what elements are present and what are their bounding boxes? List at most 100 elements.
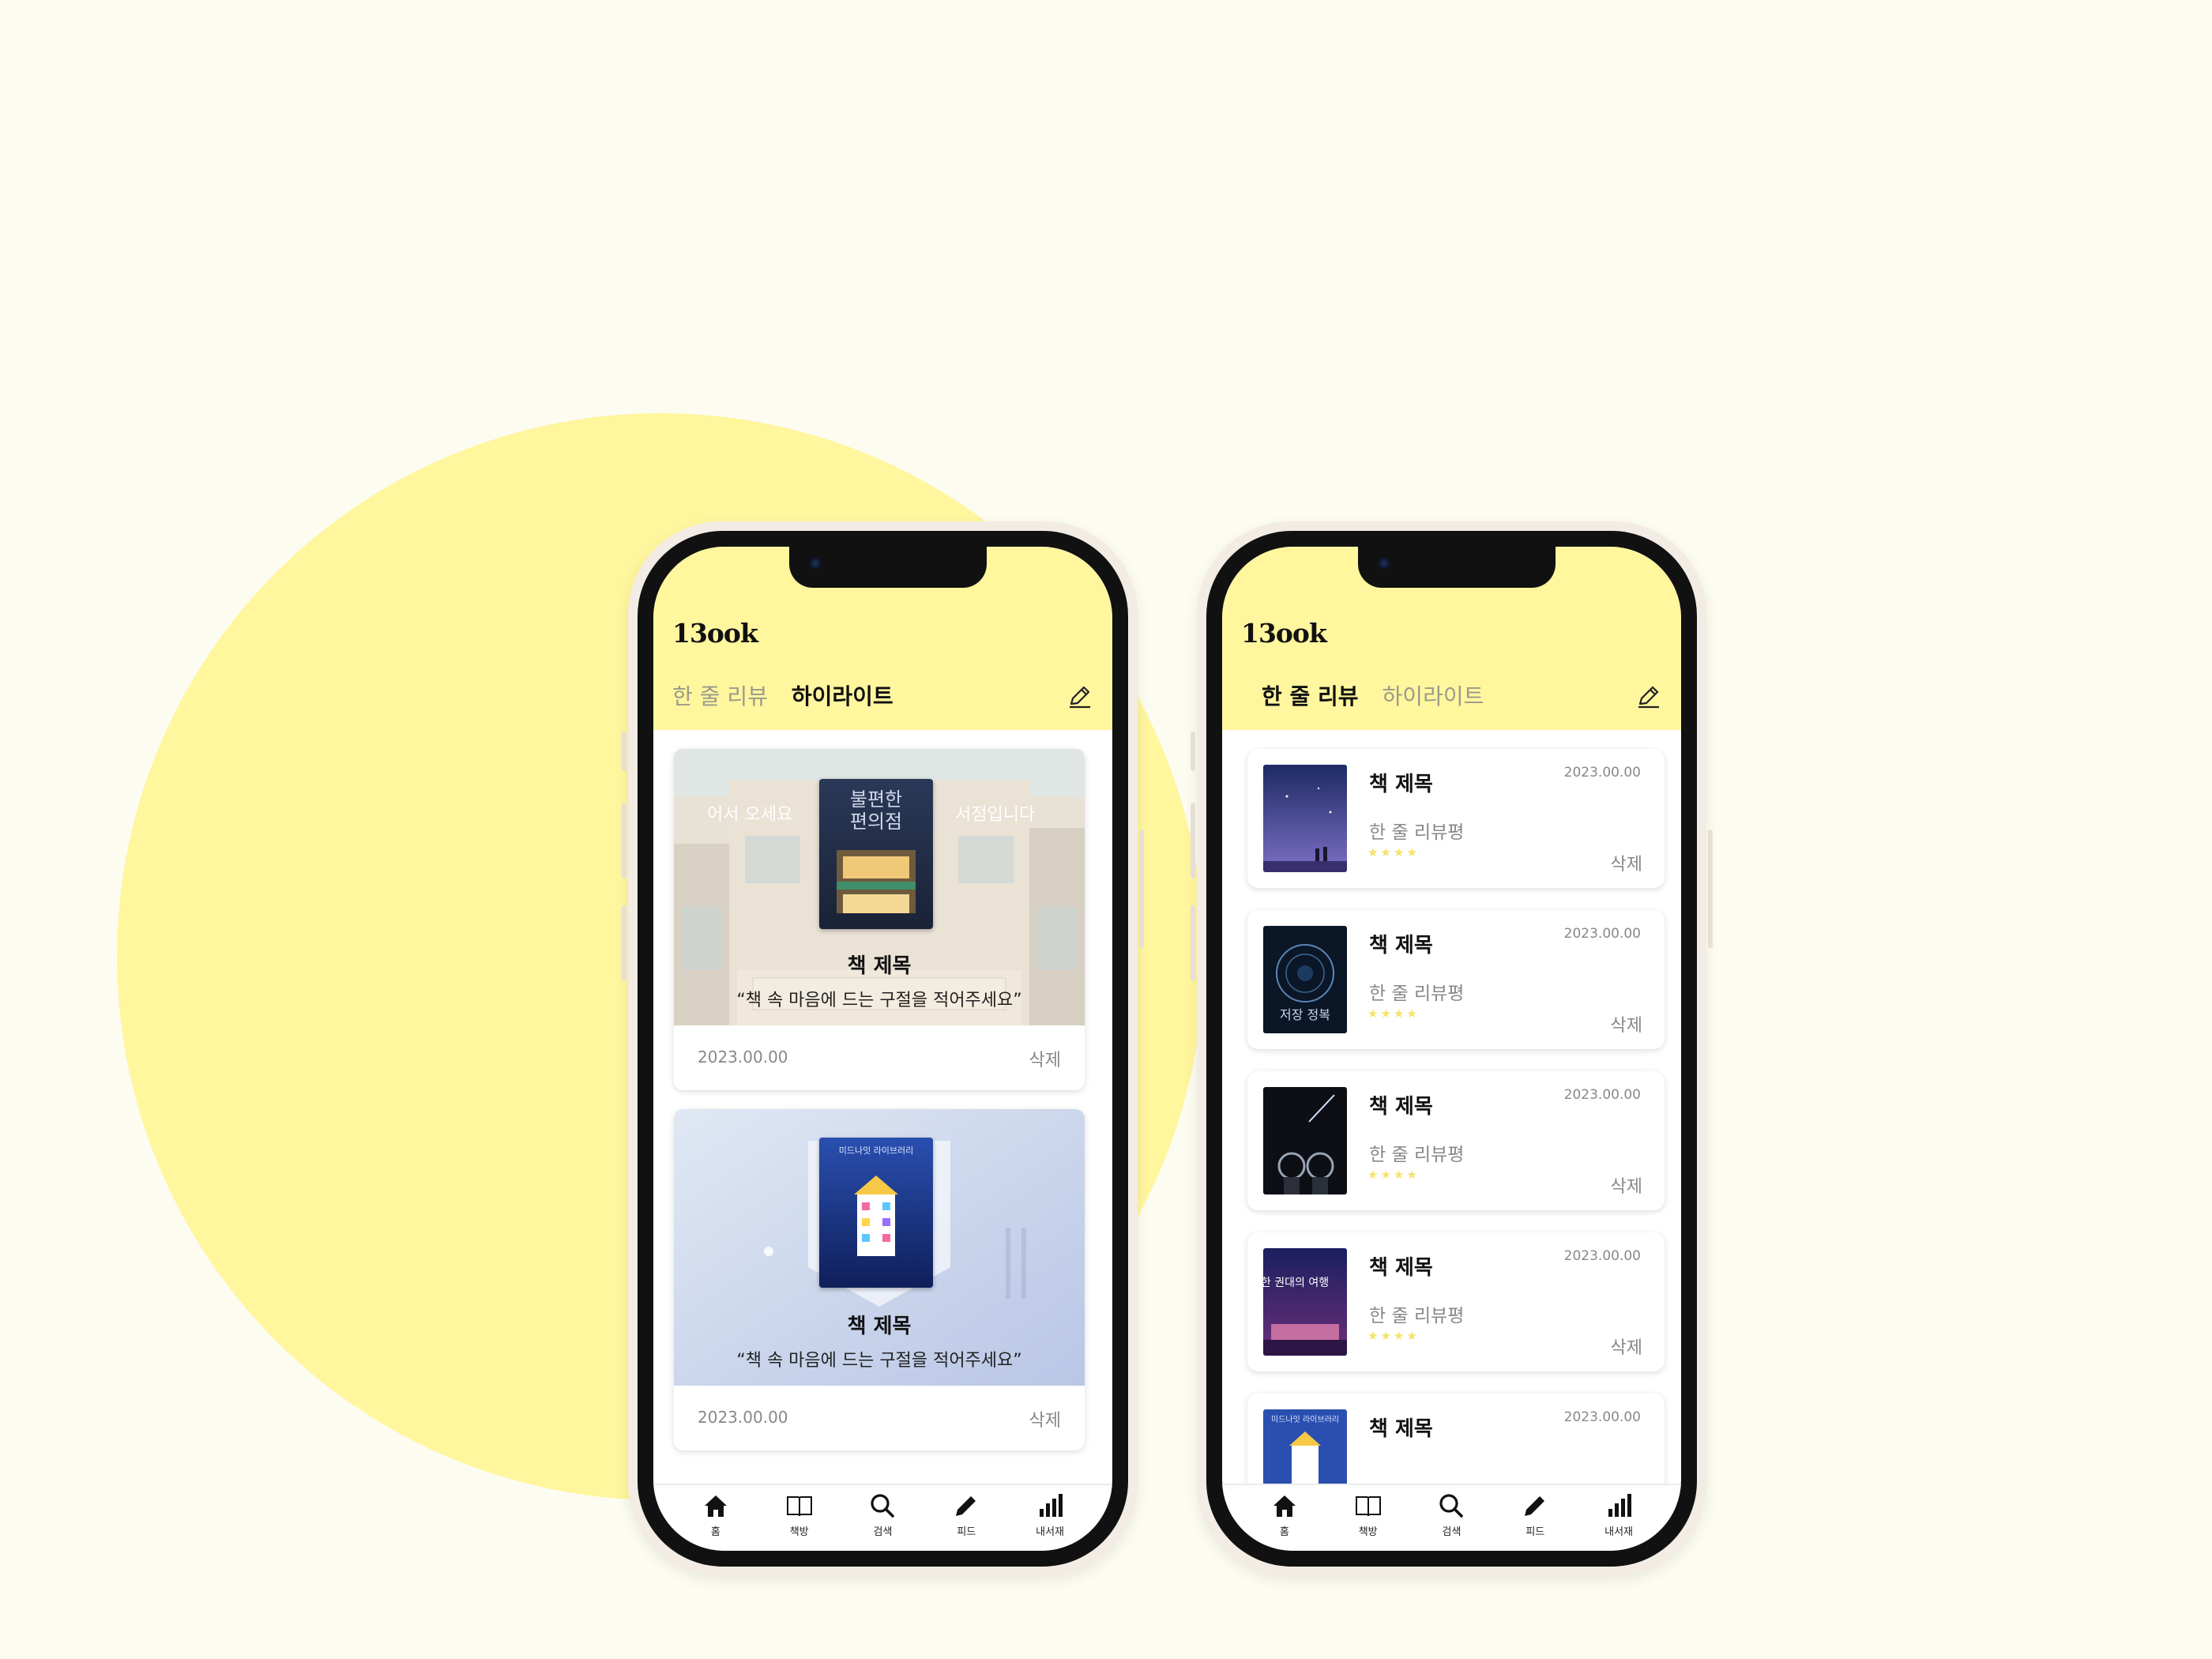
book-cover-image: 미드나잇 라이브러리 (819, 1138, 933, 1288)
silent-switch (1191, 732, 1195, 771)
review-list: 책 제목 2023.00.00 한 줄 리뷰평 ★★★★ 삭제 저장 정복 책 … (1222, 730, 1681, 1484)
svg-text:편의점: 편의점 (850, 811, 902, 833)
nav-library[interactable]: 내서재 (1018, 1492, 1082, 1551)
star-rating: ★★★★ (1367, 1329, 1420, 1343)
phone-reviews: 13ook 한 줄 리뷰 하이라이트 책 제목 2023.00.00 한 줄 리… (1191, 521, 1713, 1576)
star-rating: ★★★★ (1367, 1006, 1420, 1021)
phone-highlights: 13ook 한 줄 리뷰 하이라이트 어서 오세요 서점입니다 불편한 편의점 … (622, 521, 1144, 1576)
review-date: 2023.00.00 (1563, 926, 1641, 942)
review-card[interactable]: 한 권대의 여행 책 제목 2023.00.00 한 줄 리뷰평 ★★★★ 삭제 (1247, 1232, 1665, 1371)
nav-feed[interactable]: 피드 (935, 1492, 998, 1551)
highlight-quote: “책 속 마음에 드는 구절을 적어주세요” (736, 991, 1022, 1010)
volume-up-button (622, 803, 626, 878)
nav-label: 피드 (957, 1526, 976, 1538)
bottom-navigation: 홈 책방 검색 피드 내서재 (653, 1484, 1112, 1551)
nav-bookstore[interactable]: 책방 (1337, 1492, 1400, 1551)
silent-switch (622, 732, 626, 771)
bar-chart-icon (1608, 1494, 1632, 1517)
book-title: 책 제목 (847, 954, 912, 978)
nav-label: 내서재 (1604, 1526, 1634, 1538)
nav-search[interactable]: 검색 (851, 1492, 914, 1551)
highlight-quote: “책 속 마음에 드는 구절을 적어주세요” (736, 1351, 1022, 1371)
nav-library[interactable]: 내서재 (1587, 1492, 1650, 1551)
nav-feed[interactable]: 피드 (1503, 1492, 1567, 1551)
book-cover-image (1263, 765, 1347, 872)
svg-text:서점입니다: 서점입니다 (955, 805, 1035, 825)
book-title: 책 제목 (847, 1315, 912, 1338)
tab-one-line-review[interactable]: 한 줄 리뷰 (672, 679, 768, 711)
search-icon (871, 1494, 895, 1518)
review-date: 2023.00.00 (1563, 1248, 1641, 1264)
power-button (1139, 830, 1144, 948)
highlight-list: 어서 오세요 서점입니다 불편한 편의점 책 제목 “책 속 마음에 드는 구절… (653, 730, 1112, 1484)
delete-button[interactable]: 삭제 (1029, 1046, 1061, 1071)
review-card[interactable]: 책 제목 2023.00.00 한 줄 리뷰평 ★★★★ 삭제 (1247, 1071, 1665, 1210)
review-text: 한 줄 리뷰평 (1369, 1145, 1465, 1165)
pencil-icon (1525, 1496, 1545, 1516)
star-rating: ★★★★ (1367, 845, 1420, 860)
tab-bar: 한 줄 리뷰 하이라이트 (1262, 679, 1484, 711)
delete-button[interactable]: 삭제 (1611, 1172, 1642, 1198)
delete-button[interactable]: 삭제 (1611, 1334, 1642, 1359)
nav-home[interactable]: 홈 (1253, 1492, 1316, 1551)
pencil-icon[interactable] (1066, 683, 1093, 709)
pencil-icon (956, 1496, 976, 1516)
svg-text:어서 오세요: 어서 오세요 (707, 805, 792, 825)
home-icon (704, 1495, 727, 1517)
nav-label: 내서재 (1036, 1526, 1065, 1538)
search-icon (1439, 1494, 1464, 1518)
highlight-card[interactable]: 어서 오세요 서점입니다 불편한 편의점 책 제목 “책 속 마음에 드는 구절… (674, 749, 1085, 1090)
review-date: 2023.00.00 (1563, 765, 1641, 781)
highlight-background-image: 미드나잇 라이브러리 책 제목 “책 속 마음에 드는 구절을 적어주세요” (674, 1109, 1085, 1386)
review-text: 한 줄 리뷰평 (1369, 1306, 1465, 1326)
delete-button[interactable]: 삭제 (1611, 1011, 1642, 1036)
nav-bookstore[interactable]: 책방 (768, 1492, 831, 1551)
book-cover-image: 미드나잇 라이브러리 (1263, 1409, 1347, 1484)
volume-up-button (1191, 803, 1195, 878)
screen: 13ook 한 줄 리뷰 하이라이트 책 제목 2023.00.00 한 줄 리… (1222, 547, 1681, 1551)
review-card[interactable]: 책 제목 2023.00.00 한 줄 리뷰평 ★★★★ 삭제 (1247, 749, 1665, 888)
delete-button[interactable]: 삭제 (1029, 1406, 1061, 1431)
highlight-background-image: 어서 오세요 서점입니다 불편한 편의점 책 제목 “책 속 마음에 드는 구절… (674, 749, 1085, 1025)
volume-down-button (622, 905, 626, 981)
bar-chart-icon (1040, 1494, 1063, 1517)
app-logo: 13ook (672, 618, 758, 649)
book-title: 책 제목 (1369, 773, 1433, 796)
book-title: 책 제목 (1369, 1095, 1433, 1119)
book-open-icon (786, 1496, 812, 1517)
review-card[interactable]: 미드나잇 라이브러리 책 제목 2023.00.00 (1247, 1394, 1665, 1484)
tab-highlight[interactable]: 하이라이트 (1382, 679, 1484, 711)
book-title: 책 제목 (1369, 934, 1433, 957)
nav-label: 홈 (710, 1526, 720, 1538)
review-date: 2023.00.00 (1563, 1087, 1641, 1103)
nav-search[interactable]: 검색 (1420, 1492, 1483, 1551)
pencil-icon[interactable] (1635, 683, 1662, 709)
book-open-icon (1355, 1496, 1381, 1517)
book-cover-image: 저장 정복 (1263, 926, 1347, 1033)
notch (1358, 547, 1556, 588)
svg-text:저장 정복: 저장 정복 (1280, 1007, 1330, 1022)
tab-bar: 한 줄 리뷰 하이라이트 (672, 679, 893, 711)
tab-one-line-review[interactable]: 한 줄 리뷰 (1262, 679, 1359, 711)
highlight-date: 2023.00.00 (698, 1048, 788, 1066)
svg-text:불편한: 불편한 (850, 788, 902, 811)
delete-button[interactable]: 삭제 (1611, 850, 1642, 875)
highlight-card[interactable]: 미드나잇 라이브러리 책 제목 “책 속 마음에 드는 구절을 적어주세요” 2… (674, 1109, 1085, 1450)
nav-label: 피드 (1525, 1526, 1545, 1538)
nav-label: 책방 (789, 1526, 809, 1538)
app-logo: 13ook (1241, 618, 1327, 649)
review-card[interactable]: 저장 정복 책 제목 2023.00.00 한 줄 리뷰평 ★★★★ 삭제 (1247, 910, 1665, 1049)
tab-highlight[interactable]: 하이라이트 (792, 679, 893, 711)
book-cover-image (1263, 1087, 1347, 1194)
nav-label: 홈 (1279, 1526, 1289, 1538)
book-cover-image: 한 권대의 여행 (1263, 1248, 1347, 1356)
svg-text:미드나잇 라이브러리: 미드나잇 라이브러리 (839, 1146, 914, 1156)
highlight-date: 2023.00.00 (698, 1408, 788, 1427)
nav-label: 검색 (873, 1526, 893, 1538)
nav-home[interactable]: 홈 (684, 1492, 747, 1551)
volume-down-button (1191, 905, 1195, 981)
notch (789, 547, 987, 588)
bottom-navigation: 홈 책방 검색 피드 내서재 (1222, 1484, 1681, 1551)
nav-label: 검색 (1442, 1526, 1462, 1538)
book-title: 책 제목 (1369, 1417, 1433, 1441)
